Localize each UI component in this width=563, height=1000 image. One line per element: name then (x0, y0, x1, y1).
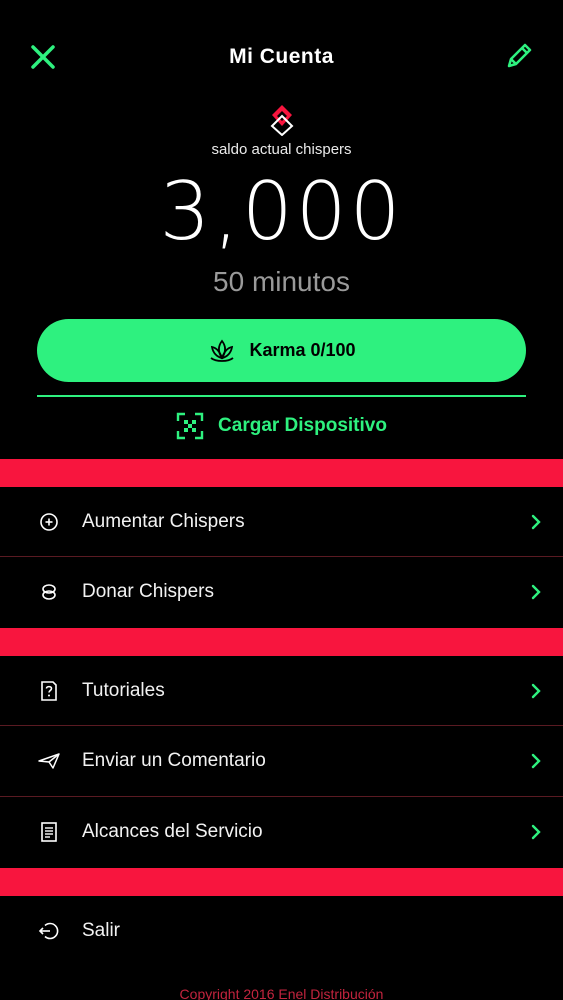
menu-item-donar[interactable]: Donar Chispers (0, 557, 563, 627)
qr-scan-icon (176, 412, 204, 440)
menu-item-comentario[interactable]: Enviar un Comentario (0, 726, 563, 796)
chevron-right-icon (531, 824, 541, 840)
menu-item-label: Donar Chispers (82, 581, 214, 602)
balance-minutes: 50 minutos (213, 266, 350, 297)
copyright-text: Copyright 2016 Enel Distribución (179, 986, 384, 1000)
balance-amount: 3,000 (159, 165, 404, 258)
coins-icon (42, 584, 56, 600)
menu-item-tutoriales[interactable]: Tutoriales (0, 656, 563, 726)
app-header: Mi Cuenta (0, 0, 563, 116)
help-document-icon (41, 681, 57, 701)
divider (37, 395, 526, 397)
karma-label: Karma 0/100 (249, 340, 356, 360)
brand-logo-icon (270, 105, 294, 136)
charge-device-link[interactable]: Cargar Dispositivo (0, 412, 563, 440)
menu-item-aumentar[interactable]: Aumentar Chispers (0, 487, 563, 557)
document-icon (41, 822, 57, 842)
menu-item-alcances[interactable]: Alcances del Servicio (0, 797, 563, 867)
chevron-right-icon (531, 683, 541, 699)
lotus-icon (210, 339, 235, 362)
section-band (0, 459, 563, 487)
menu-item-label: Enviar un Comentario (82, 750, 266, 771)
logout-icon (38, 922, 59, 940)
plus-circle-icon (40, 513, 58, 531)
menu-item-label: Aumentar Chispers (82, 511, 245, 532)
section-band (0, 868, 563, 896)
paper-plane-icon (38, 753, 60, 769)
menu-item-label: Alcances del Servicio (82, 821, 263, 842)
balance-label: saldo actual chispers (211, 141, 352, 158)
chevron-right-icon (531, 514, 541, 530)
pencil-icon[interactable] (503, 40, 535, 72)
section-band (0, 628, 563, 656)
page-title: Mi Cuenta (229, 45, 334, 68)
menu-item-label: Salir (82, 920, 121, 941)
charge-device-label: Cargar Dispositivo (218, 415, 387, 436)
menu-item-label: Tutoriales (82, 680, 165, 701)
chevron-right-icon (531, 584, 541, 600)
karma-button[interactable]: Karma 0/100 (37, 319, 526, 382)
chevron-right-icon (531, 753, 541, 769)
menu-item-salir[interactable]: Salir (0, 896, 563, 966)
